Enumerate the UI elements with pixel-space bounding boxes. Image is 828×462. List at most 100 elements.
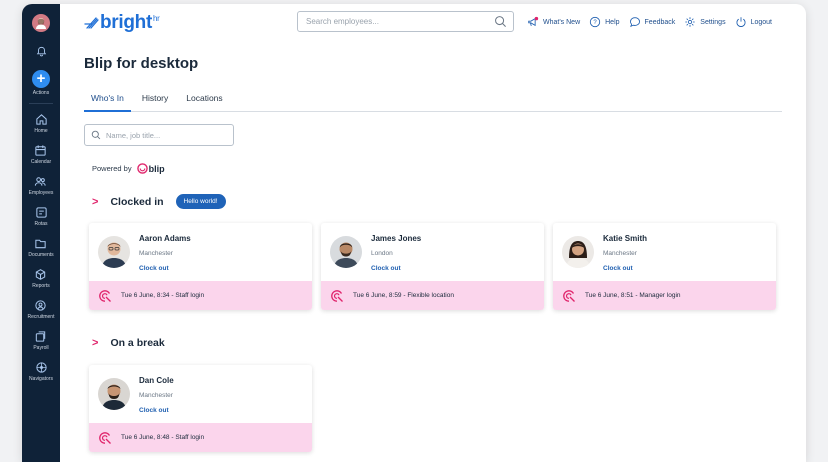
whats-new-label: What's New [543,18,581,26]
user-avatar[interactable] [32,14,50,32]
blip-logo: blip [136,163,165,174]
blip-logo-text: blip [148,163,165,174]
clock-status-text: Tue 6 June, 8:48 - Staff login [121,434,205,441]
clock-out-link[interactable]: Clock out [603,265,633,272]
employee-card-james-jones: James Jones London Clock out Tue 6 June,… [321,223,544,310]
settings-link[interactable]: Settings [684,16,726,28]
search-icon [91,130,101,140]
sidebar-item-label: Navigators [29,376,53,382]
chevron-right-icon[interactable]: > [92,337,98,349]
sidebar-item-recruitment[interactable]: Recruitment [27,299,55,325]
clock-out-link[interactable]: Clock out [139,265,169,272]
megaphone-icon [528,16,539,27]
sidebar-item-payroll[interactable]: Payroll [33,330,49,356]
sidebar-item-label: Calendar [30,159,52,165]
blip-status-icon [331,289,343,302]
tab-locations[interactable]: Locations [179,92,229,112]
notifications-bell-icon[interactable] [36,44,47,62]
employee-search-input[interactable] [306,17,494,26]
employee-location: Manchester [139,392,173,399]
sidebar-item-label: Payroll [33,345,49,351]
clock-out-link[interactable]: Clock out [139,407,169,414]
avatar [98,378,130,410]
reports-icon [36,269,46,280]
clock-status-bar: Tue 6 June, 8:59 - Flexible location [321,281,544,310]
brighthr-logo[interactable]: bright hr [84,12,160,34]
clock-status-text: Tue 6 June, 8:34 - Staff login [121,292,205,299]
sidebar-item-reports[interactable]: Reports [32,268,50,294]
logout-label: Logout [750,18,772,26]
svg-text:?: ? [593,20,597,26]
clock-status-bar: Tue 6 June, 8:34 - Staff login [89,281,312,310]
clocked-in-title: Clocked in [110,195,164,208]
employee-name: Aaron Adams [139,234,191,243]
sidebar-divider [29,103,53,104]
sidebar-item-employees[interactable]: Employees [29,175,53,201]
powered-by-label: Powered by [92,164,132,173]
logout-link[interactable]: Logout [735,16,772,28]
sidebar-item-rotas[interactable]: Rotas [34,206,48,232]
payroll-icon [36,331,46,342]
page-title: Blip for desktop [84,55,199,72]
avatar [330,236,362,268]
navigators-icon [35,362,47,373]
blip-logo-icon [136,163,148,174]
calendar-icon [35,145,47,156]
sidebar-item-label: Documents [28,252,54,258]
employee-search-box[interactable] [297,11,514,32]
on-break-section-header[interactable]: > On a break [92,337,165,349]
sidebar-item-navigators[interactable]: Navigators [29,361,53,387]
clock-status-text: Tue 6 June, 8:59 - Flexible location [353,292,454,299]
power-icon [736,17,746,27]
logo-text: bright [100,12,153,33]
recruitment-icon [35,300,47,311]
clock-out-link[interactable]: Clock out [371,265,401,272]
employees-icon [35,177,47,186]
app-window: + Actions Home Calendar Employees Rotas … [22,4,806,462]
gear-icon [685,17,695,27]
tab-history[interactable]: History [135,92,175,112]
tab-bar: Who's In History Locations [84,92,782,112]
avatar [98,236,130,268]
chevron-right-icon[interactable]: > [92,196,98,208]
employee-name: James Jones [371,234,422,243]
name-filter-input[interactable] [106,130,227,140]
sidebar-item-home[interactable]: Home [34,113,48,139]
clock-status-bar: Tue 6 June, 8:48 - Staff login [89,423,312,452]
tab-whos-in[interactable]: Who's In [84,92,131,112]
blip-status-icon [99,289,111,302]
employee-location: London [371,250,393,257]
employee-card-katie-smith: Katie Smith Manchester Clock out Tue 6 J… [553,223,776,310]
settings-label: Settings [700,18,726,26]
employee-card-aaron-adams: Aaron Adams Manchester Clock out Tue 6 J… [89,223,312,310]
clock-status-text: Tue 6 June, 8:51 - Manager login [585,292,681,299]
employee-location: Manchester [139,250,173,257]
top-navigation: What's New ? Help Feedback Settings Logo… [527,14,781,30]
blip-status-icon [99,431,111,444]
sidebar-item-label: Recruitment [27,314,55,320]
feedback-link[interactable]: Feedback [629,16,675,28]
help-label: Help [605,18,620,26]
employee-name: Dan Cole [139,376,174,385]
sidebar: + Actions Home Calendar Employees Rotas … [22,4,60,462]
documents-icon [35,239,47,249]
sidebar-item-documents[interactable]: Documents [28,237,54,263]
help-icon: ? [589,16,601,28]
clock-status-bar: Tue 6 June, 8:51 - Manager login [553,281,776,310]
employee-card-dan-cole: Dan Cole Manchester Clock out Tue 6 June… [89,365,312,452]
employee-name: Katie Smith [603,234,648,243]
actions-label: Actions [32,90,50,96]
logo-superscript: hr [153,13,160,23]
search-icon[interactable] [494,15,507,28]
help-link[interactable]: ? Help [589,16,620,28]
powered-by-blip: Powered by blip [92,163,165,174]
whats-new-link[interactable]: What's New [527,16,580,28]
name-filter-box[interactable] [84,124,234,146]
clocked-in-section-header[interactable]: > Clocked in Hello world! [92,194,226,209]
sidebar-item-calendar[interactable]: Calendar [31,144,51,170]
hello-world-button[interactable]: Hello world! [175,194,226,209]
actions-plus-button[interactable]: + [32,70,50,88]
sidebar-item-label: Reports [32,283,50,289]
home-icon [35,114,47,125]
feedback-icon [629,17,640,28]
